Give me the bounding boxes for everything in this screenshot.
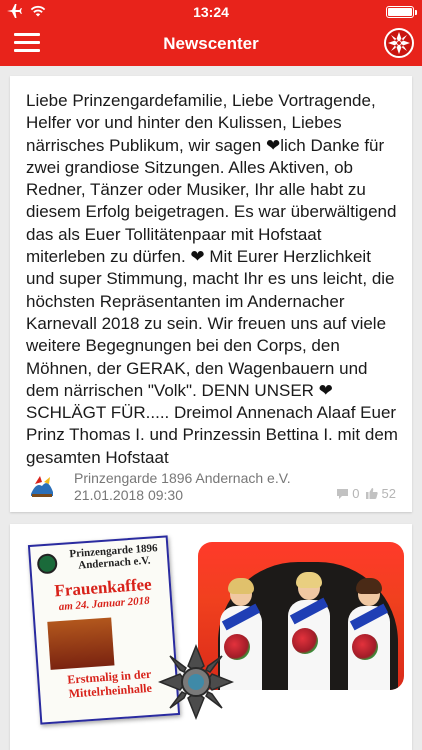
navigation-bar: Newscenter	[0, 24, 422, 66]
page-title: Newscenter	[163, 34, 259, 53]
order-medal-image	[158, 644, 234, 720]
news-post-card[interactable]: Liebe Prinzengardefamilie, Liebe Vortrag…	[10, 76, 412, 512]
battery-icon	[386, 6, 417, 18]
author-avatar[interactable]	[28, 472, 56, 500]
status-time: 13:24	[193, 4, 229, 20]
post-date: 21.01.2018 09:30	[74, 487, 183, 503]
news-post-card-image[interactable]: Prinzengarde 1896 Andernach e.V. Frauenk…	[10, 524, 412, 750]
heart-icon: ❤	[265, 135, 281, 155]
author-name[interactable]: Prinzengarde 1896 Andernach e.V.	[74, 470, 291, 486]
battery-nub	[415, 10, 417, 15]
flyer-note	[115, 618, 165, 621]
like-icon[interactable]	[365, 487, 379, 500]
flyer-seal	[36, 553, 58, 575]
post-text: Liebe Prinzengardefamilie, Liebe Vortrag…	[26, 90, 402, 469]
status-bar: 13:24	[0, 0, 422, 24]
battery-level	[388, 8, 412, 16]
person-figure	[342, 578, 396, 690]
post-text-part: SCHLÄGT FÜR..... Dreimol Annenach Alaaf …	[26, 403, 398, 467]
emblem-cross-icon	[388, 32, 410, 54]
heart-icon: ❤	[318, 380, 333, 400]
flyer-organization: Prinzengarde 1896 Andernach e.V.	[69, 542, 158, 572]
flyer-photo	[47, 617, 115, 670]
comment-icon[interactable]	[336, 488, 349, 500]
comments-count: 0	[352, 486, 360, 501]
likes-count: 52	[381, 486, 396, 501]
post-stats: 0 52	[336, 486, 396, 501]
heart-icon: ❤	[190, 247, 205, 267]
club-emblem-icon[interactable]	[384, 28, 414, 58]
post-text-part: Mit Eurer Herzlichkeit und super Stimmun…	[26, 247, 395, 400]
person-figure	[282, 572, 336, 690]
